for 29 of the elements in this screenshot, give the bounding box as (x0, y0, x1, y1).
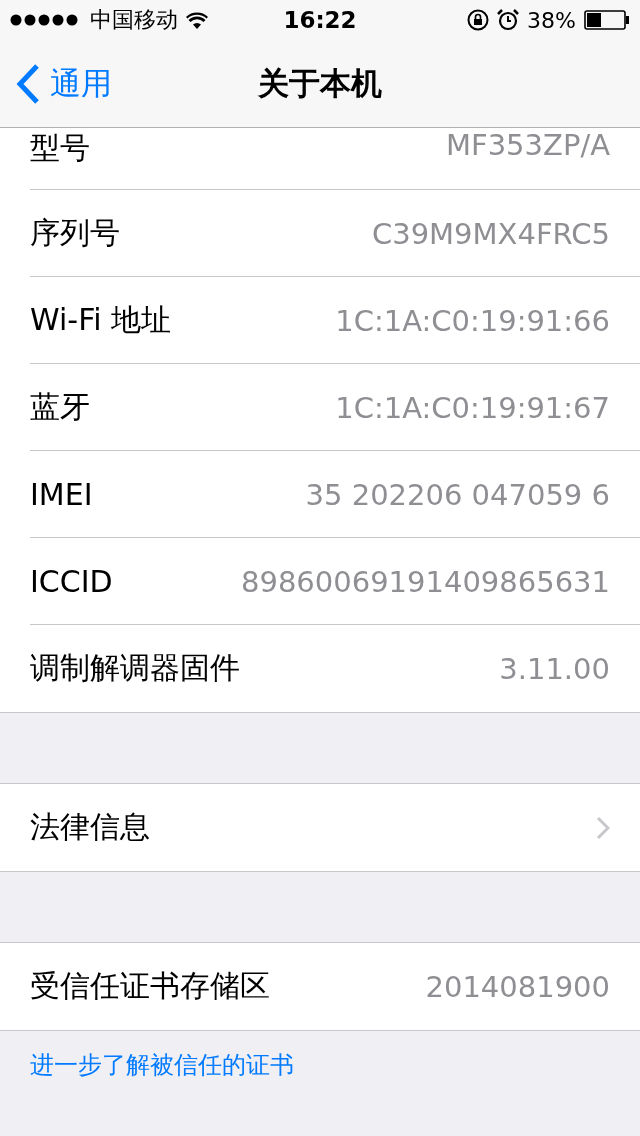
alarm-icon (497, 9, 520, 31)
row-label: 调制解调器固件 (30, 649, 241, 687)
row-value: 35 202206 047059 6 (305, 477, 610, 512)
back-button[interactable]: 通用 (0, 62, 112, 105)
row-label: Wi-Fi 地址 (30, 301, 173, 339)
page-title: 关于本机 (258, 63, 382, 103)
row-value: C39M9MX4FRC5 (371, 216, 610, 251)
row-label: 序列号 (30, 214, 121, 252)
row-value: 1C:1A:C0:19:91:66 (335, 303, 610, 338)
row-value: 3.11.00 (499, 651, 610, 686)
learn-more-link[interactable]: 进一步了解被信任的证书 (0, 1031, 640, 1099)
rotation-lock-icon (467, 9, 490, 31)
chevron-right-icon (596, 815, 610, 840)
chevron-left-icon (16, 63, 40, 104)
row-value: 2014081900 (425, 969, 610, 1004)
row-label: ICCID (30, 564, 114, 599)
wifi-icon (186, 11, 208, 29)
row-label: 受信任证书存储区 (30, 967, 271, 1005)
battery-icon (584, 10, 630, 30)
row-value: 1C:1A:C0:19:91:67 (335, 390, 610, 425)
row-label: 法律信息 (30, 808, 151, 846)
row-label: 型号 (30, 129, 91, 167)
row-value: 89860069191409865631 (241, 564, 610, 599)
carrier-name: 中国移动 (90, 6, 178, 34)
clock-time: 16:22 (283, 7, 357, 33)
battery-percent: 38% (527, 7, 576, 33)
row-value: MF353ZP/A (445, 128, 610, 162)
row-label: IMEI (30, 477, 94, 512)
row-label: 蓝牙 (30, 388, 91, 426)
